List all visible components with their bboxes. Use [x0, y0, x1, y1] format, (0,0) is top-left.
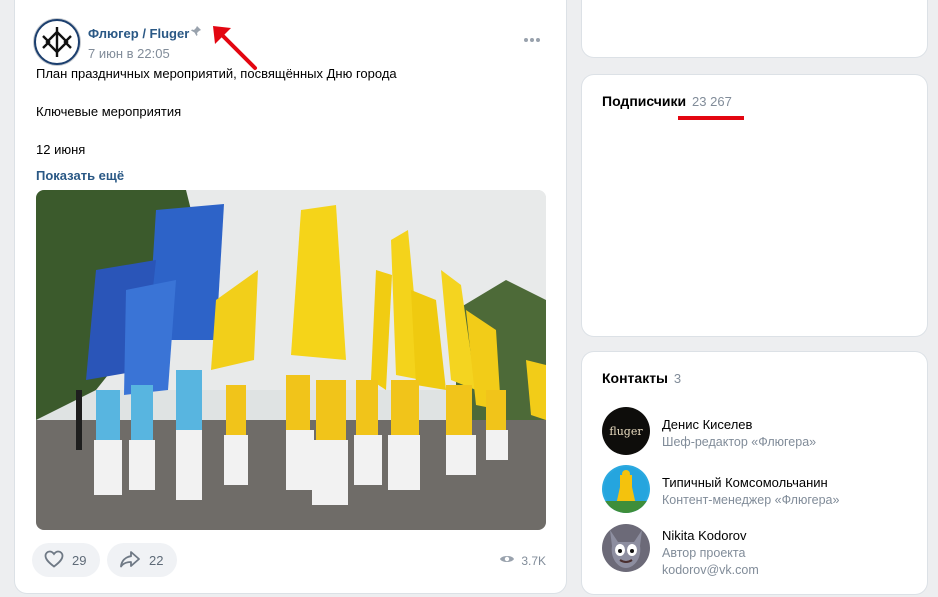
contact-role: Автор проекта [662, 546, 746, 560]
community-avatar[interactable] [33, 18, 81, 66]
heart-icon [44, 550, 64, 571]
annotation-underline [678, 116, 744, 120]
contact-name[interactable]: Типичный Комсомольчанин [662, 475, 828, 490]
show-more-link[interactable]: Показать ещё [36, 168, 124, 183]
contact-name[interactable]: Денис Киселев [662, 417, 752, 432]
subscribers-header[interactable]: Подписчики 23 267 [602, 93, 732, 109]
views-counter: 3.7K [499, 553, 546, 568]
contacts-title: Контакты [602, 370, 669, 386]
avatar[interactable] [602, 465, 650, 513]
subscribers-title: Подписчики [602, 93, 687, 109]
contact-item[interactable]: Типичный Комсомольчанин Контент-менеджер… [602, 465, 912, 515]
post-photo[interactable] [36, 190, 546, 530]
like-count: 29 [72, 552, 87, 568]
share-button[interactable]: 22 [107, 543, 178, 577]
share-count: 22 [149, 552, 164, 568]
post-text-line: Ключевые мероприятия [36, 104, 182, 119]
contact-email[interactable]: kodorov@vk.com [662, 563, 759, 577]
contact-item[interactable]: Nikita Kodorov Автор проекта kodorov@vk.… [602, 524, 912, 577]
post-date[interactable]: 7 июн в 22:05 [88, 46, 170, 61]
fluger-logo-icon [34, 19, 80, 65]
share-icon [119, 550, 141, 571]
subscribers-block: Подписчики 23 267 [582, 75, 927, 336]
views-count: 3.7K [521, 553, 546, 568]
contacts-block: Контакты 3 fluger Денис Киселев Шеф-реда… [582, 352, 927, 594]
contacts-count: 3 [673, 371, 682, 386]
post-author-link[interactable]: Флюгер / Fluger [88, 26, 189, 41]
fluger-wordmark: fluger [609, 424, 643, 438]
like-button[interactable]: 29 [32, 543, 101, 577]
contact-item[interactable]: fluger Денис Киселев Шеф-редактор «Флюге… [602, 407, 912, 457]
post-card: Флюгер / Fluger 7 июн в 22:05 План празд… [15, 0, 566, 593]
avatar[interactable] [602, 524, 650, 572]
contact-role: Контент-менеджер «Флюгера» [662, 493, 840, 507]
post-text-line: 12 июня [36, 142, 86, 157]
pin-icon [190, 25, 202, 40]
post-text-line: План праздничных мероприятий, посвящённы… [36, 66, 397, 81]
contacts-header[interactable]: Контакты 3 [602, 370, 681, 386]
more-dots-icon[interactable] [524, 30, 544, 42]
subscribers-count: 23 267 [692, 94, 732, 109]
contact-role: Шеф-редактор «Флюгера» [662, 435, 817, 449]
contact-name[interactable]: Nikita Kodorov [662, 528, 747, 543]
sidebar-block-top [582, 0, 927, 57]
avatar[interactable]: fluger [602, 407, 650, 455]
eye-icon [499, 553, 515, 568]
